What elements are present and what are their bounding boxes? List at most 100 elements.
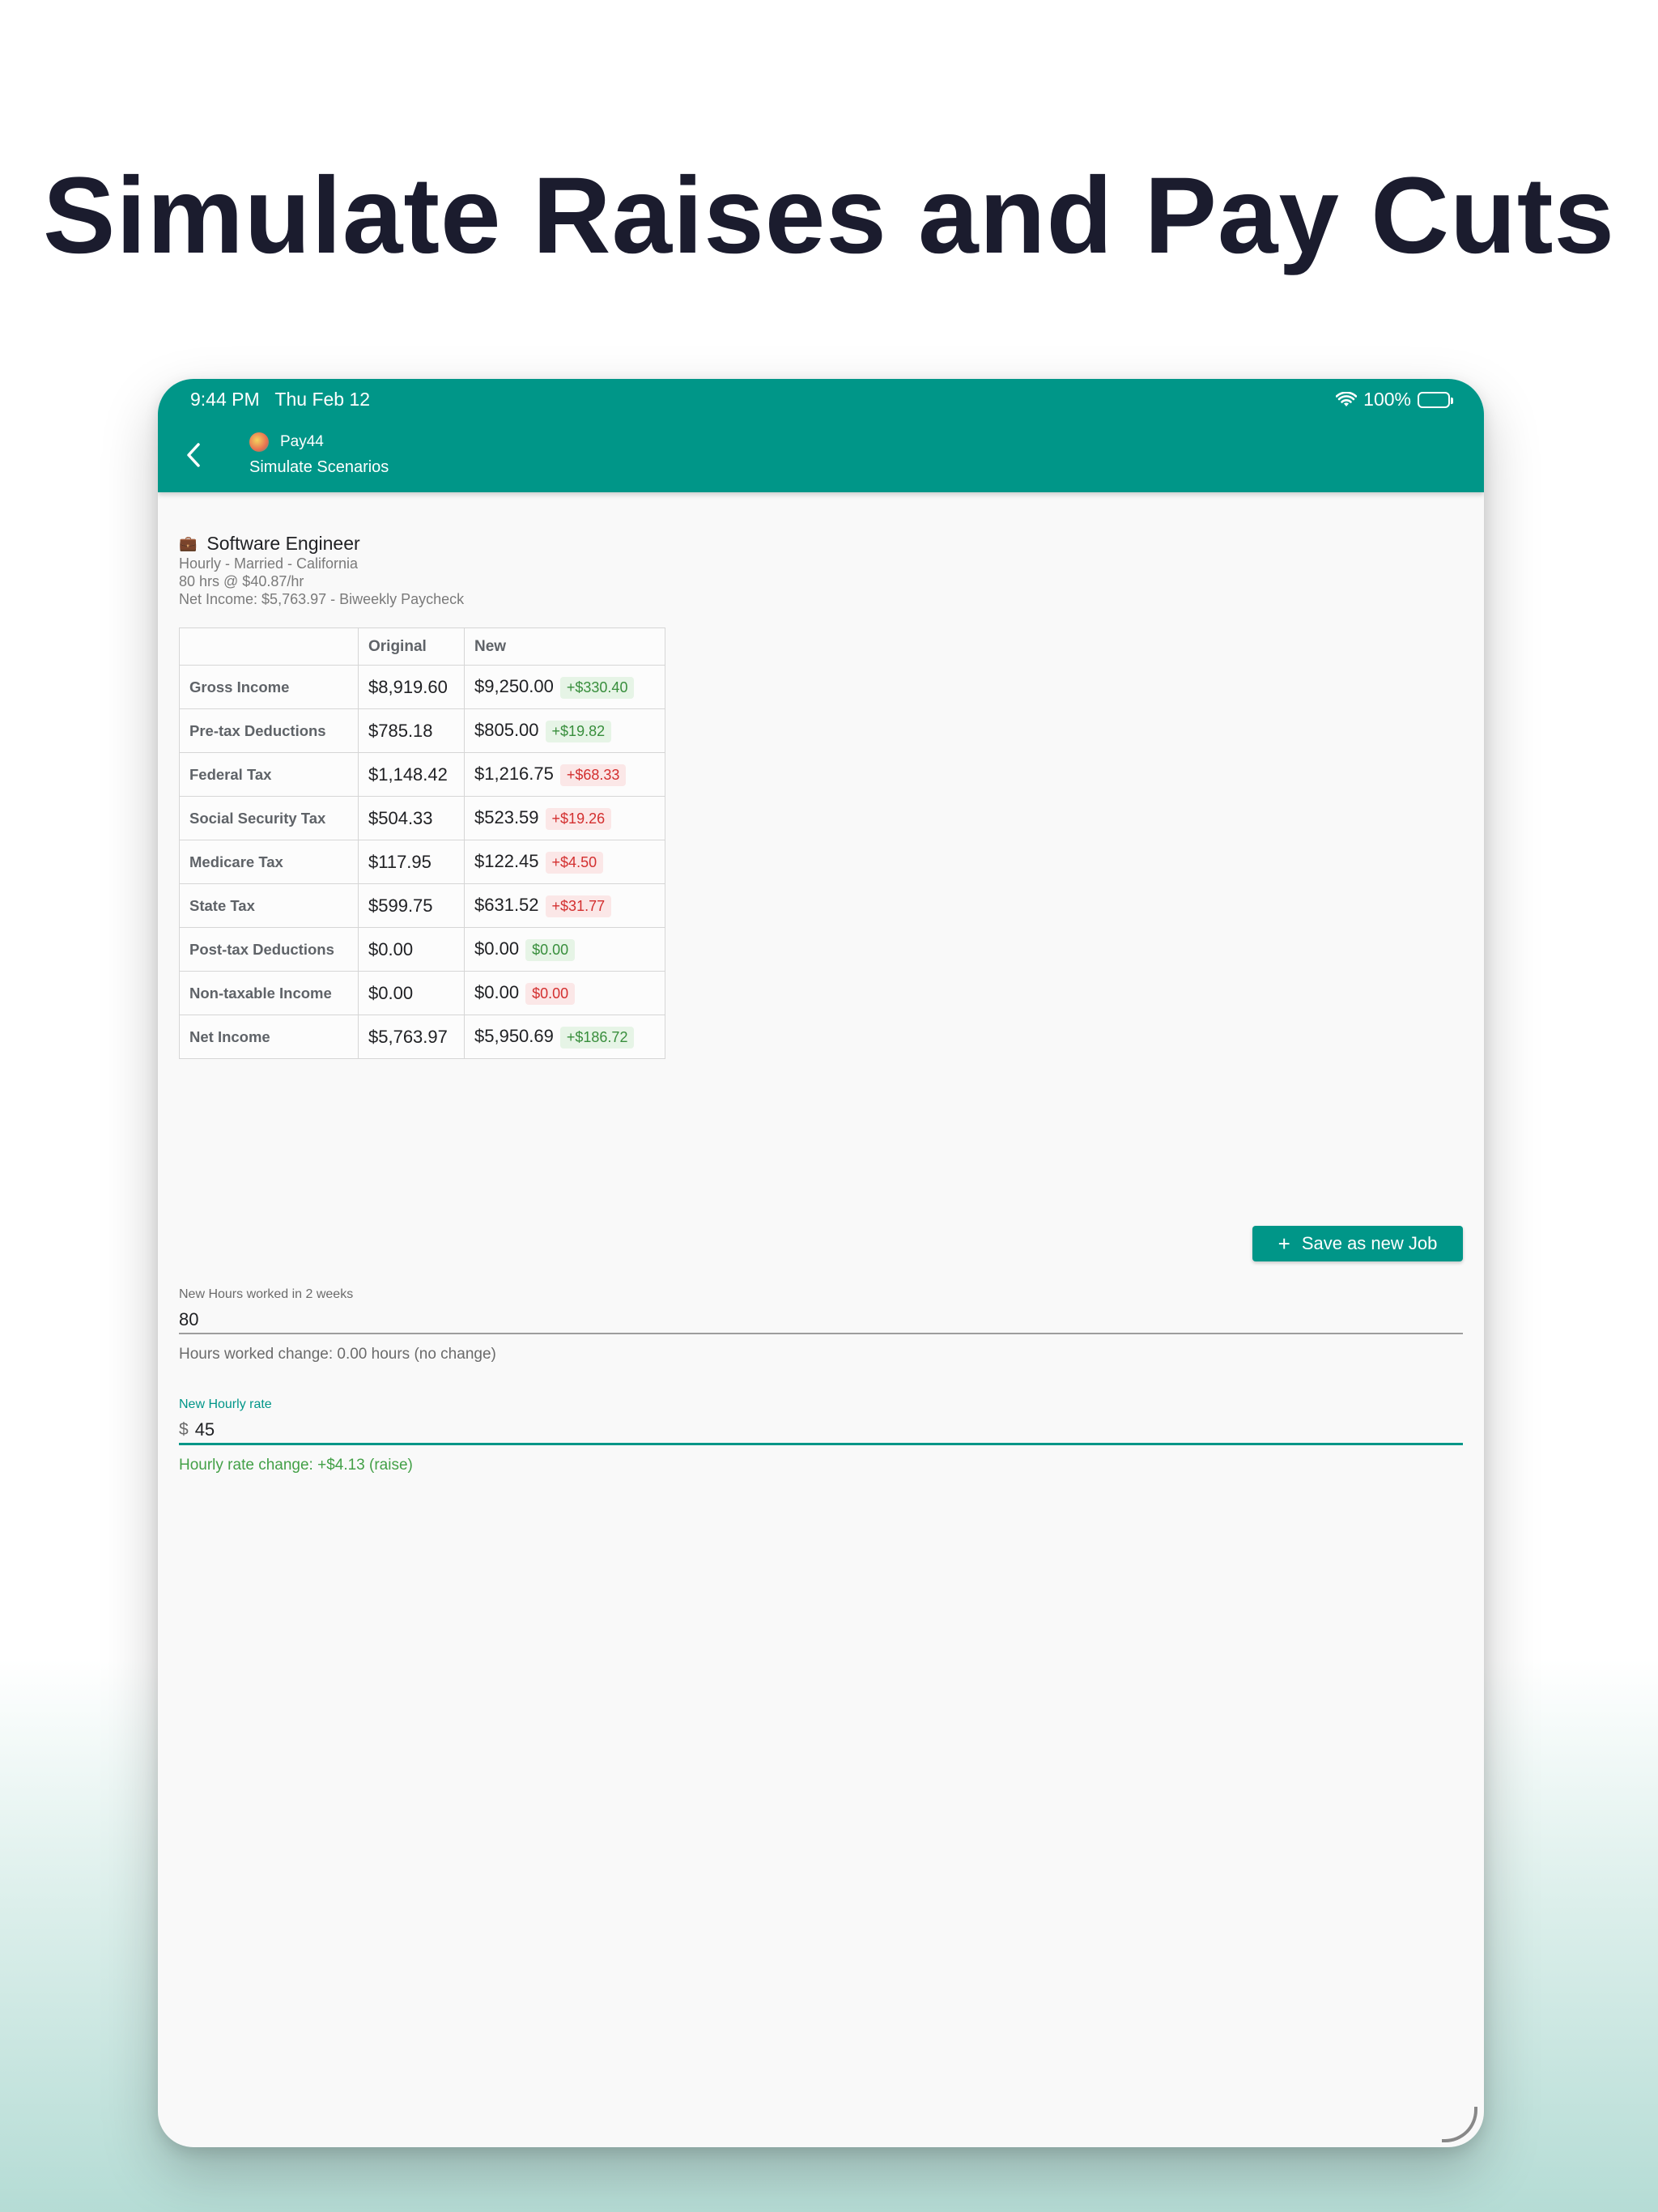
original-value: $1,148.42 [358, 752, 465, 797]
new-value-cell: $122.45 +$4.50 [464, 840, 665, 884]
job-type: Hourly - Married - California [179, 555, 359, 572]
currency-prefix: $ [179, 1420, 189, 1439]
new-value-cell: $1,216.75 +$68.33 [464, 752, 665, 797]
header-new: New [464, 627, 665, 666]
table-header-row: Original New [179, 627, 665, 666]
rate-field: New Hourly rate $ 45 Hourly rate change:… [179, 1397, 1463, 1474]
wifi-icon [1336, 391, 1358, 406]
new-value-cell: $631.52 +$31.77 [464, 883, 665, 928]
rate-field-label: New Hourly rate [179, 1397, 272, 1411]
battery-percent: 100% [1363, 389, 1411, 410]
change-badge: $0.00 [525, 982, 576, 1005]
original-value: $5,763.97 [358, 1015, 465, 1059]
status-time: 9:44 PM Thu Feb 12 [190, 389, 370, 410]
hours-field: New Hours worked in 2 weeks 80 Hours wor… [179, 1287, 1463, 1363]
row-label: Medicare Tax [179, 840, 359, 884]
table-row: Medicare Tax $117.95 $122.45 +$4.50 [179, 840, 665, 884]
new-value: $1,216.75 [474, 763, 554, 784]
new-value: $0.00 [474, 981, 520, 1002]
original-value: $0.00 [358, 927, 465, 972]
table-row: Pre-tax Deductions $785.18 $805.00 +$19.82 [179, 708, 665, 753]
job-hours-rate: 80 hrs @ $40.87/hr [179, 573, 304, 589]
original-value: $599.75 [358, 883, 465, 928]
table-row: Federal Tax $1,148.42 $1,216.75 +$68.33 [179, 752, 665, 797]
status-indicators: 100% [1336, 389, 1453, 410]
new-value: $523.59 [474, 806, 539, 827]
save-button-label: Save as new Job [1301, 1233, 1438, 1253]
change-badge: +$19.82 [545, 720, 612, 742]
status-clock: 9:44 PM [190, 389, 260, 410]
original-value: $504.33 [358, 796, 465, 840]
change-badge: $0.00 [525, 938, 576, 961]
new-value: $9,250.00 [474, 675, 554, 696]
save-as-new-job-button[interactable]: + Save as new Job [1252, 1226, 1463, 1261]
app-logo [249, 432, 269, 452]
main-content: 💼 Software Engineer Hourly - Married - C… [179, 533, 1463, 1474]
new-value: $805.00 [474, 719, 539, 740]
table-row: Gross Income $8,919.60 $9,250.00 +$330.40 [179, 665, 665, 709]
plus-icon: + [1278, 1231, 1290, 1256]
new-value: $631.52 [474, 894, 539, 915]
row-label: Net Income [179, 1015, 359, 1059]
new-value-cell: $523.59 +$19.26 [464, 796, 665, 840]
change-badge: +$4.50 [545, 851, 604, 874]
change-badge: +$330.40 [559, 676, 635, 699]
hours-input[interactable]: 80 [179, 1307, 1463, 1333]
change-badge: +$31.77 [545, 895, 612, 917]
rate-field-underline [179, 1443, 1463, 1445]
table-row: Post-tax Deductions $0.00 $0.00 $0.00 [179, 927, 665, 972]
new-value-cell: $0.00 $0.00 [464, 927, 665, 972]
table-row: Non-taxable Income $0.00 $0.00 $0.00 [179, 971, 665, 1015]
rate-input-value: 45 [194, 1419, 215, 1440]
header-blank [179, 627, 359, 666]
resize-handle[interactable] [1442, 2107, 1477, 2142]
hours-helper-text: Hours worked change: 0.00 hours (no chan… [179, 1346, 496, 1363]
row-label: Gross Income [179, 665, 359, 709]
change-badge: +$68.33 [559, 764, 627, 786]
hours-field-label: New Hours worked in 2 weeks [179, 1287, 354, 1301]
new-value-cell: $9,250.00 +$330.40 [464, 665, 665, 709]
row-label: Pre-tax Deductions [179, 708, 359, 753]
job-title: Software Engineer [206, 533, 360, 554]
page-headline: Simulate Raises and Pay Cuts [43, 155, 1615, 276]
job-header: 💼 Software Engineer [179, 533, 1463, 555]
original-value: $0.00 [358, 971, 465, 1015]
new-value-cell: $805.00 +$19.82 [464, 708, 665, 753]
row-label: Federal Tax [179, 752, 359, 797]
job-net-income: Net Income: $5,763.97 - Biweekly Paychec… [179, 591, 465, 607]
new-value: $5,950.69 [474, 1025, 554, 1046]
app-name: Pay44 [280, 433, 324, 450]
screen-title: Simulate Scenarios [249, 458, 389, 476]
hours-input-value: 80 [179, 1309, 199, 1329]
change-badge: +$19.26 [545, 807, 612, 830]
original-value: $117.95 [358, 840, 465, 884]
original-value: $785.18 [358, 708, 465, 753]
hours-field-underline [179, 1333, 1463, 1334]
row-label: Non-taxable Income [179, 971, 359, 1015]
rate-input[interactable]: $ 45 [179, 1417, 1463, 1443]
table-body: Gross Income $8,919.60 $9,250.00 +$330.40 Pr… [179, 665, 665, 1059]
change-badge: +$186.72 [559, 1026, 635, 1049]
row-label: Post-tax Deductions [179, 927, 359, 972]
new-value-cell: $0.00 $0.00 [464, 971, 665, 1015]
tablet-frame: 9:44 PM Thu Feb 12 100% Pay44 Simulate S… [158, 379, 1484, 2147]
back-icon [187, 443, 200, 467]
row-label: State Tax [179, 883, 359, 928]
status-date: Thu Feb 12 [274, 389, 371, 410]
row-label: Social Security Tax [179, 796, 359, 840]
table-row: Social Security Tax $504.33 $523.59 +$19.26 [179, 796, 665, 840]
comparison-table: Original New Gross Income $8,919.60 $9,250… [179, 627, 665, 1059]
app-title-row: Pay44 [249, 432, 324, 452]
table-row: State Tax $599.75 $631.52 +$31.77 [179, 883, 665, 928]
new-value: $0.00 [474, 938, 520, 959]
briefcase-icon: 💼 [179, 535, 198, 551]
new-value: $122.45 [474, 850, 539, 871]
back-button[interactable] [176, 437, 211, 473]
app-bar: 9:44 PM Thu Feb 12 100% Pay44 Simulate S… [158, 379, 1484, 492]
battery-icon [1418, 391, 1453, 408]
header-original: Original [358, 627, 465, 666]
rate-helper-text: Hourly rate change: +$4.13 (raise) [179, 1457, 413, 1474]
original-value: $8,919.60 [358, 665, 465, 709]
table-row: Net Income $5,763.97 $5,950.69 +$186.72 [179, 1015, 665, 1059]
new-value-cell: $5,950.69 +$186.72 [464, 1015, 665, 1059]
